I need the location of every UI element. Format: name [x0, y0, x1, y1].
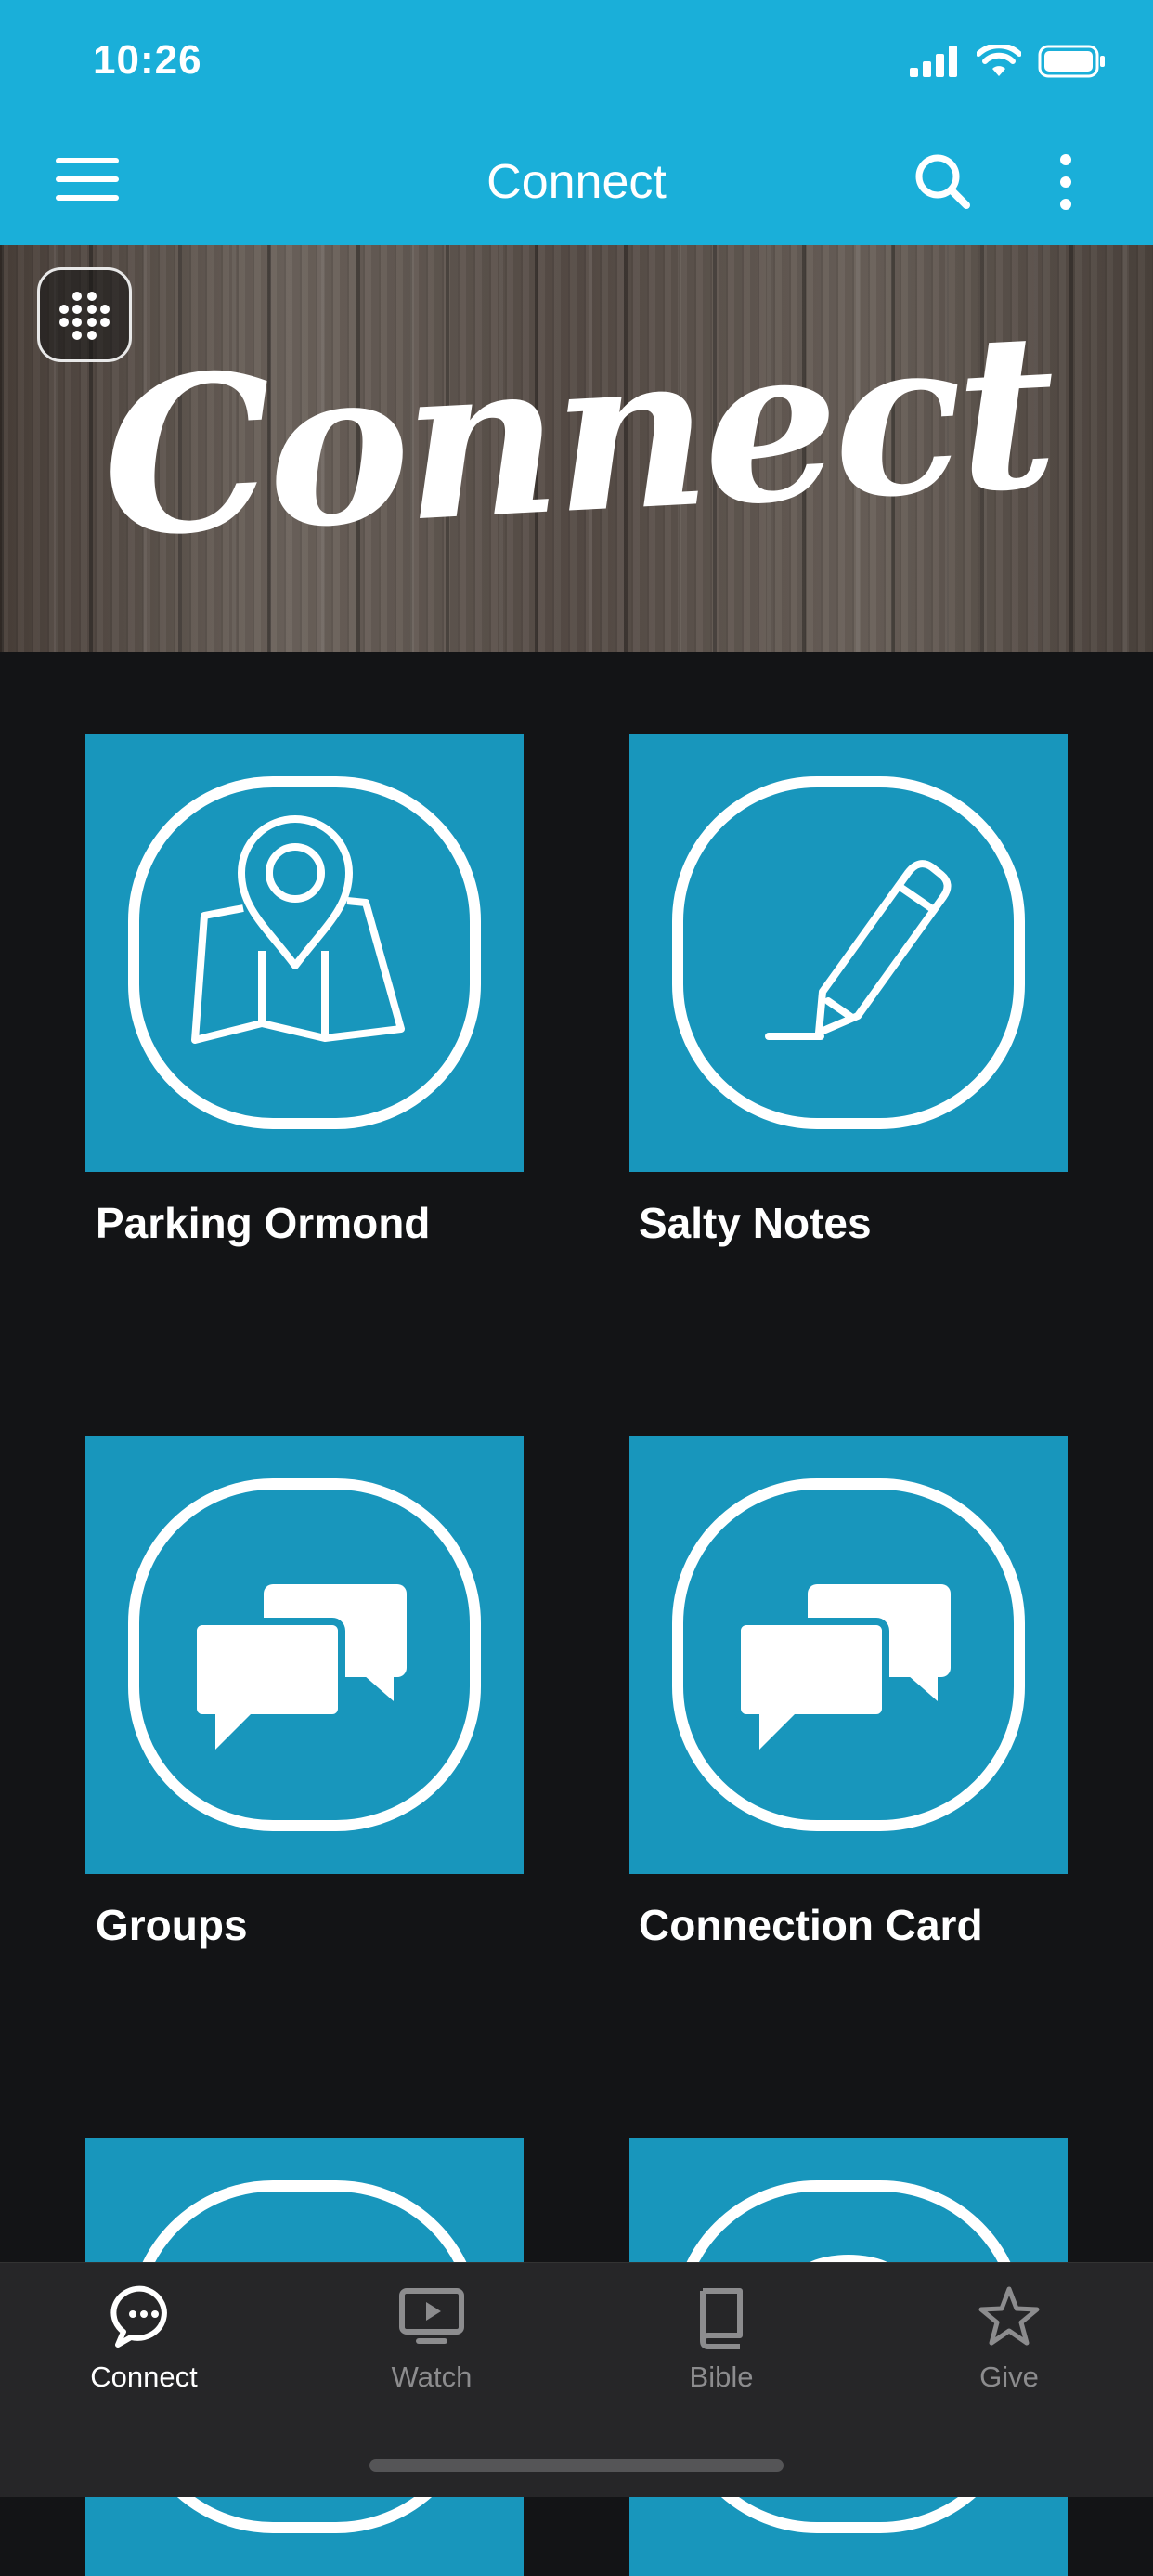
pencil-icon	[672, 776, 1025, 1129]
tile-label: Groups	[96, 1901, 248, 1949]
tab-label: Connect	[90, 2361, 198, 2393]
tab-watch[interactable]: Watch	[316, 2283, 548, 2394]
tab-label: Give	[979, 2361, 1039, 2393]
tab-bible[interactable]: Bible	[605, 2283, 837, 2394]
home-indicator	[369, 2459, 784, 2472]
chat-bubbles-icon	[672, 1478, 1025, 1831]
tile-parking-ormond[interactable]	[85, 734, 524, 1172]
grid-menu-button[interactable]	[37, 267, 132, 362]
tab-label: Watch	[391, 2361, 473, 2393]
star-icon	[978, 2286, 1040, 2346]
tile-label: Salty Notes	[639, 1199, 872, 1247]
tab-label: Bible	[689, 2361, 754, 2393]
search-icon[interactable]	[913, 152, 971, 210]
tile-connection-card[interactable]	[629, 1436, 1068, 1874]
tile-label: Parking Ormond	[96, 1199, 431, 1247]
tab-connect[interactable]: Connect	[28, 2283, 260, 2394]
chat-bubbles-icon	[128, 1478, 481, 1831]
header-banner: Connect	[0, 245, 1153, 652]
book-icon	[700, 2288, 743, 2349]
chat-icon	[110, 2285, 167, 2348]
dots-grid-icon	[59, 292, 110, 340]
tile-label: Connection Card	[639, 1901, 983, 1949]
tile-groups[interactable]	[85, 1436, 524, 1874]
banner-title: Connect	[96, 285, 1057, 586]
wifi-icon	[977, 45, 1021, 76]
tile-salty-notes[interactable]	[629, 734, 1068, 1172]
battery-icon	[1038, 45, 1105, 78]
more-options-icon[interactable]	[1055, 152, 1077, 212]
signal-icon	[910, 46, 957, 77]
tab-give[interactable]: Give	[893, 2283, 1125, 2394]
top-bar: 10:26 Connect	[0, 0, 1153, 245]
map-pin-icon	[128, 776, 481, 1129]
status-time: 10:26	[93, 37, 202, 83]
status-icons	[910, 45, 1107, 78]
page-title: Connect	[486, 155, 667, 209]
tv-play-icon	[399, 2288, 464, 2344]
